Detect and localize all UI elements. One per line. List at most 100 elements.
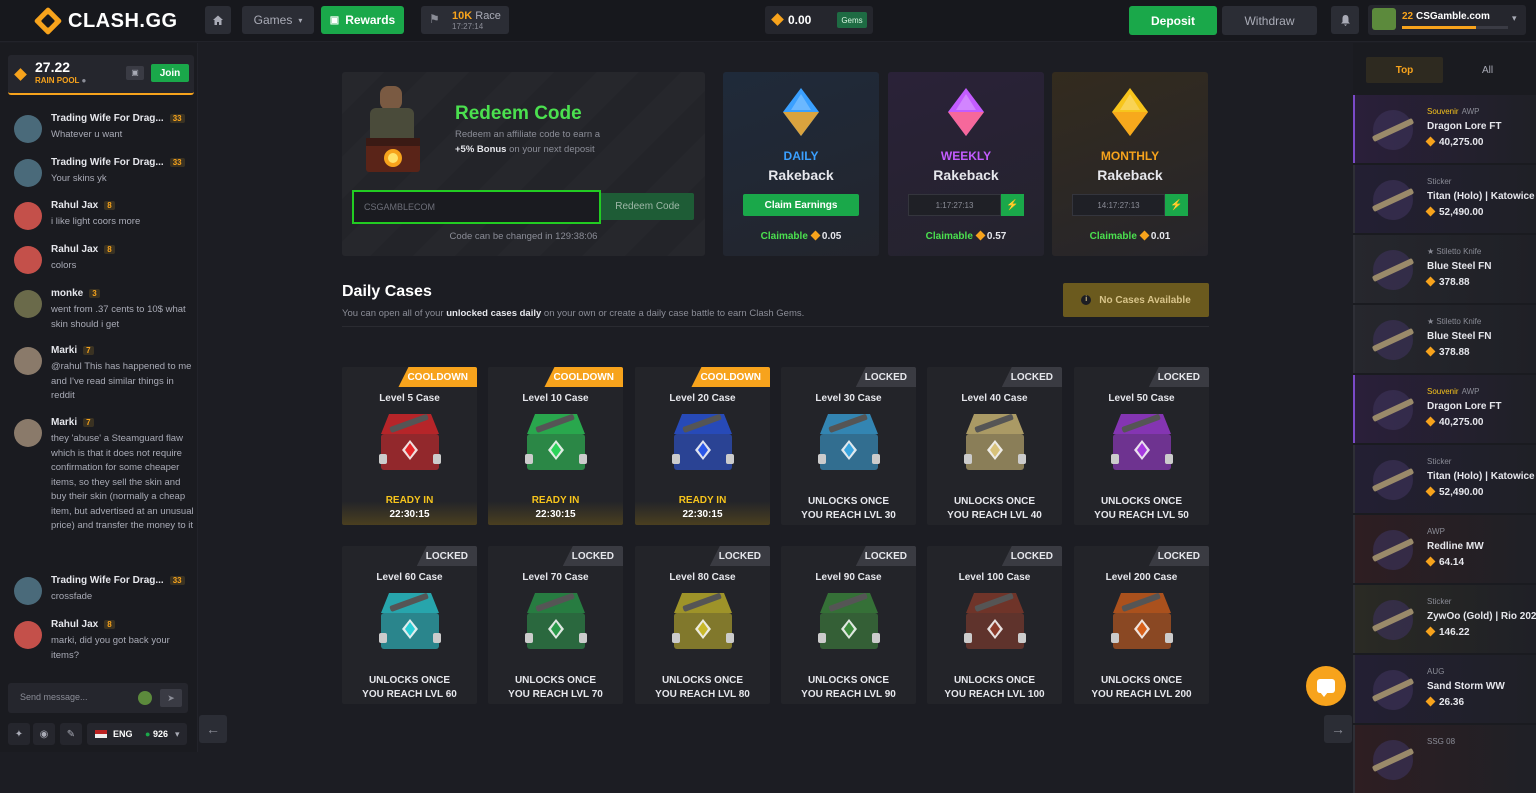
chat-username[interactable]: Rahul Jax 8 — [51, 200, 115, 211]
unlock-requirement: YOU REACH LVL 30 — [801, 510, 896, 521]
drop-item[interactable]: ★ Stiletto Knife Blue Steel FN 378.88 — [1353, 305, 1536, 373]
chat-username[interactable]: Marki 7 — [51, 417, 94, 428]
avatar[interactable] — [14, 246, 42, 274]
rain-amount: 27.22 — [35, 59, 71, 75]
case-chest-image — [379, 593, 441, 649]
drop-type: AUG — [1427, 667, 1445, 676]
games-dropdown[interactable]: Games ▾ — [242, 6, 314, 34]
daily-case-card[interactable]: LOCKED Level 30 Case UNLOCKS ONCE YOU REACH… — [781, 367, 916, 525]
avatar[interactable] — [14, 347, 42, 375]
emoji-icon[interactable] — [138, 691, 152, 705]
collapse-left-button[interactable]: ← — [199, 715, 227, 743]
drop-item[interactable]: AUG Sand Storm WW 26.36 — [1353, 655, 1536, 723]
rain-join-button[interactable]: Join — [151, 64, 189, 82]
no-cases-available-button[interactable]: i No Cases Available — [1063, 283, 1209, 317]
unlock-label: UNLOCKS ONCE — [514, 675, 597, 686]
rules-icon[interactable]: ✎ — [60, 723, 82, 745]
chat-username[interactable]: Rahul Jax 8 — [51, 619, 115, 630]
withdraw-button[interactable]: Withdraw — [1222, 6, 1317, 35]
arrow-left-icon: ← — [206, 721, 220, 737]
daily-case-card[interactable]: COOLDOWN Level 5 Case READY IN 22:30:15 — [342, 367, 477, 525]
avatar[interactable] — [14, 621, 42, 649]
chat-text: @rahul This has happened to me and I've … — [51, 361, 192, 401]
affiliate-code-input[interactable] — [352, 190, 601, 224]
notifications-button[interactable] — [1331, 6, 1359, 34]
support-chat-button[interactable] — [1306, 666, 1346, 706]
chat-username[interactable]: Trading Wife For Drag... 33 — [51, 157, 185, 168]
chat-username[interactable]: Trading Wife For Drag... 33 — [51, 575, 185, 586]
unlock-label: UNLOCKS ONCE — [953, 496, 1036, 507]
twitter-icon[interactable]: ✦ — [8, 723, 30, 745]
daily-case-card[interactable]: LOCKED Level 40 Case UNLOCKS ONCE YOU REACH… — [927, 367, 1062, 525]
avatar — [1372, 8, 1396, 30]
rewards-button[interactable]: ▣ Rewards — [321, 6, 404, 34]
case-status-badge: COOLDOWN — [691, 367, 770, 387]
home-button[interactable] — [205, 6, 231, 34]
daily-case-card[interactable]: LOCKED Level 80 Case UNLOCKS ONCE YOU REACH… — [635, 546, 770, 704]
chat-username-text: Marki — [51, 417, 78, 428]
drop-item[interactable]: Sticker Titan (Holo) | Katowice 2 52,490.0… — [1353, 445, 1536, 513]
drop-price: 40,275.00 — [1425, 416, 1484, 428]
brand-logo[interactable]: CLASH.GG — [33, 6, 178, 36]
drop-item[interactable]: AWP Redline MW 64.14 — [1353, 515, 1536, 583]
daily-case-card[interactable]: LOCKED Level 90 Case UNLOCKS ONCE YOU REACH… — [781, 546, 916, 704]
chat-username[interactable]: Rahul Jax 8 — [51, 244, 115, 255]
chat-username-text: monke — [51, 288, 84, 299]
drop-item[interactable]: ★ Stiletto Knife Blue Steel FN 378.88 — [1353, 235, 1536, 303]
drop-item[interactable]: Souvenir AWP Dragon Lore FT 40,275.00 — [1353, 375, 1536, 443]
rain-label: RAIN POOL ● — [35, 76, 87, 85]
user-menu[interactable]: 22 CSGamble.com ▾ — [1368, 5, 1526, 35]
lightning-icon[interactable]: ⚡ — [1001, 194, 1024, 216]
tab-all[interactable]: All — [1449, 57, 1526, 83]
avatar[interactable] — [14, 290, 42, 318]
avatar[interactable] — [14, 202, 42, 230]
collapse-right-button[interactable]: → — [1324, 715, 1352, 743]
chat-input[interactable]: Send message... — [20, 692, 88, 702]
claim-earnings-button[interactable]: Claim Earnings — [743, 194, 859, 216]
skin-image — [1372, 320, 1414, 360]
case-status-badge: LOCKED — [855, 367, 916, 387]
case-chest-image — [379, 414, 441, 470]
tab-top[interactable]: Top — [1366, 57, 1443, 83]
deposit-button[interactable]: Deposit — [1129, 6, 1217, 35]
send-icon[interactable]: ➤ — [160, 689, 182, 707]
drop-item[interactable]: Sticker Titan (Holo) | Katowice 2 52,490.0… — [1353, 165, 1536, 233]
avatar[interactable] — [14, 419, 42, 447]
daily-case-card[interactable]: COOLDOWN Level 20 Case READY IN 22:30:15 — [635, 367, 770, 525]
language-code: ENG — [113, 729, 133, 739]
drop-item[interactable]: SSG 08 — [1353, 725, 1536, 793]
race-widget[interactable]: ⚑ 10K Race 17:27:14 — [421, 6, 509, 34]
daily-case-card[interactable]: LOCKED Level 100 Case UNLOCKS ONCE YOU REAC… — [927, 546, 1062, 704]
code-change-note: Code can be changed in 129:38:06 — [449, 231, 598, 242]
chat-text: Whatever u want — [51, 129, 123, 140]
drop-price: 26.36 — [1425, 696, 1464, 708]
daily-case-card[interactable]: LOCKED Level 50 Case UNLOCKS ONCE YOU REACH… — [1074, 367, 1209, 525]
top-bar: CLASH.GG Games ▾ ▣ Rewards ⚑ 10K Race 17… — [0, 0, 1536, 42]
unlock-requirement: YOU REACH LVL 90 — [801, 689, 896, 700]
redeem-bonus-text: +5% Bonus on your next deposit — [455, 144, 595, 155]
avatar[interactable] — [14, 577, 42, 605]
daily-case-card[interactable]: LOCKED Level 70 Case UNLOCKS ONCE YOU REACH… — [488, 546, 623, 704]
skin-image — [1372, 530, 1414, 570]
avatar[interactable] — [14, 115, 42, 143]
rain-history-icon[interactable]: ▣ — [126, 66, 144, 80]
rakeback-gem-icon — [1112, 88, 1148, 136]
avatar[interactable] — [14, 159, 42, 187]
daily-case-card[interactable]: LOCKED Level 200 Case UNLOCKS ONCE YOU REAC… — [1074, 546, 1209, 704]
skin-image — [1372, 250, 1414, 290]
gem-icon — [1425, 556, 1436, 567]
daily-case-card[interactable]: COOLDOWN Level 10 Case READY IN 22:30:15 — [488, 367, 623, 525]
chat-username[interactable]: Trading Wife For Drag... 33 — [51, 113, 185, 124]
drop-item[interactable]: Souvenir AWP Dragon Lore FT 40,275.00 — [1353, 95, 1536, 163]
language-selector[interactable]: ENG ● 926 ▾ — [87, 723, 187, 745]
drop-type: Sticker — [1427, 597, 1452, 606]
chat-username[interactable]: Marki 7 — [51, 345, 94, 356]
lightning-icon[interactable]: ⚡ — [1165, 194, 1188, 216]
chat-username[interactable]: monke 3 — [51, 288, 100, 299]
cooldown-timer: 22:30:15 — [682, 509, 723, 520]
drop-item[interactable]: Sticker ZywOo (Gold) | Rio 2022 146.22 — [1353, 585, 1536, 653]
discord-icon[interactable]: ◉ — [33, 723, 55, 745]
daily-case-card[interactable]: LOCKED Level 60 Case UNLOCKS ONCE YOU REACH… — [342, 546, 477, 704]
redeem-code-button[interactable]: Redeem Code — [601, 193, 694, 220]
unlock-requirement: YOU REACH LVL 70 — [508, 689, 603, 700]
